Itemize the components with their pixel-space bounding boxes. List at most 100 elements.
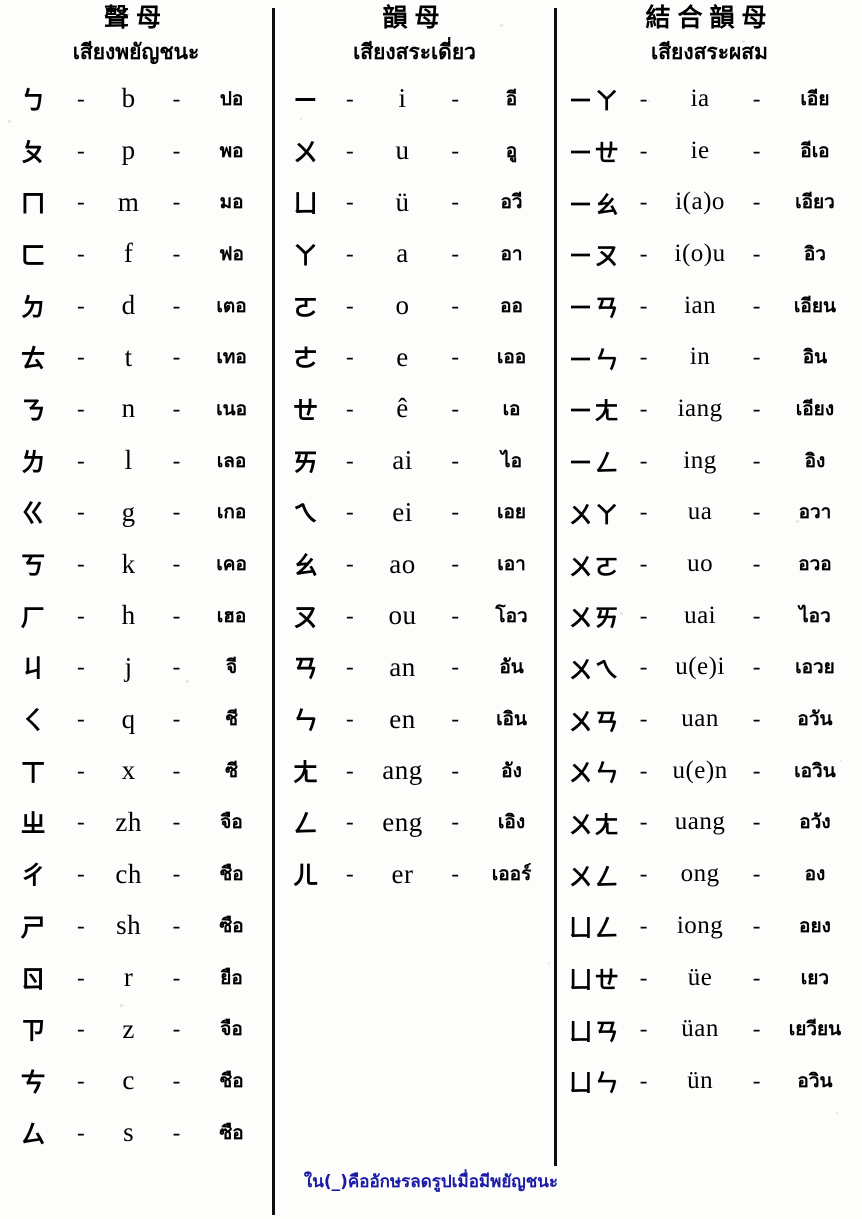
pinyin-romanization: d [121,290,136,321]
column-compound-heading-thai: เสียงสระผสม [651,40,768,64]
separator-dash: - [639,551,648,577]
zhuyin-symbol: ㄦ [292,861,318,891]
zhuyin-symbol: ㄣ [292,706,318,736]
thai-transcription: อี [505,87,518,110]
pinyin-romanization: u(e)i [675,653,725,681]
thai-transcription: อา [500,242,523,265]
pinyin-romanization: ei [392,496,413,527]
separator-dash: - [345,706,354,732]
separator-dash: - [345,499,354,525]
thai-transcription: อิน [802,346,828,369]
separator-dash: - [77,551,85,577]
table-row: ㄠ - ao - เอา [275,538,554,590]
separator-dash: - [345,85,354,111]
separator-dash: - [172,292,181,318]
paper-speckle [120,1004,123,1007]
thai-transcription: ยือ [220,966,243,989]
thai-transcription: อัง [501,759,522,782]
paper-speckle [92,322,93,323]
separator-dash: - [77,189,85,215]
separator-dash: - [77,861,85,887]
thai-transcription: อวิน [797,1069,833,1092]
zhuyin-symbol: ㄜ [292,344,318,374]
table-row: ㄩㄝ - üe - เยว [557,952,862,1004]
pinyin-romanization: ü [395,186,410,217]
thai-transcription: อวา [798,501,832,524]
table-row: ㄧㄠ - i(a)o - เอียว [557,176,862,228]
pinyin-romanization: s [123,1117,135,1148]
separator-dash: - [77,1016,85,1042]
thai-transcription: อิว [803,242,826,265]
zhuyin-symbol: ㄑ [20,706,46,736]
thai-transcription: ชี [225,708,238,731]
zhuyin-symbol: ㄟ [292,499,318,529]
thai-transcription: ซือ [219,1121,244,1144]
pinyin-romanization: ie [690,136,710,164]
thai-transcription: อัน [499,656,524,679]
table-row: ㄨㄤ - uang - อวัง [557,797,862,849]
thai-transcription: อวี [500,191,523,214]
pinyin-romanization: üe [687,963,713,991]
pinyin-romanization: p [121,135,136,166]
zhuyin-symbol: ㄤ [292,757,318,787]
thai-transcription: เอิง [497,811,526,834]
paper-speckle [70,56,71,57]
zhuyin-symbol: ㄌ [20,447,46,477]
zhuyin-symbol: ㄩ [292,189,318,219]
separator-dash: - [451,809,459,835]
separator-dash: - [77,447,85,473]
pinyin-romanization: k [121,548,136,579]
pinyin-romanization: q [121,703,136,734]
pinyin-romanization: h [121,600,136,631]
zhuyin-symbol: ㄒ [20,757,46,787]
separator-dash: - [451,344,459,370]
paper-speckle [300,118,302,120]
pinyin-romanization: ang [382,755,423,786]
pinyin-romanization: j [124,651,133,682]
separator-dash: - [451,551,459,577]
column-finals: 韻母 เสียงสระเดี่ยว ㄧ - i - อี ㄨ - u - อู ㄩ - ü - อวี ㄚ - a… [275,0,554,900]
separator-dash: - [639,706,648,732]
thai-transcription: เยวียน [788,1018,842,1041]
separator-dash: - [172,551,181,577]
table-row: ㄍ - g - เกอ [0,487,272,539]
table-row: ㄛ - o - ออ [275,280,554,332]
table-row: ㄌ - l - เลอ [0,435,272,487]
zhuyin-symbol: ㄧㄝ [568,139,621,168]
separator-dash: - [345,861,354,887]
separator-dash: - [345,189,354,215]
separator-dash: - [172,240,181,266]
separator-dash: - [639,1016,648,1042]
separator-dash: - [172,964,181,990]
separator-dash: - [639,757,648,783]
zhuyin-symbol: ㄇ [20,189,46,219]
paper-speckle [840,760,842,762]
table-row: ㄦ - er - เออร์ [275,848,554,900]
separator-dash: - [451,654,459,680]
table-row: ㄢ - an - อัน [275,642,554,694]
thai-transcription: ฟอ [219,242,244,265]
separator-dash: - [639,912,648,938]
zhuyin-symbol: ㄢ [292,654,318,684]
zhuyin-symbol: ㄅ [20,85,46,115]
table-row: ㄩㄢ - üan - เยวียน [557,1003,862,1055]
pinyin-romanization: ê [396,393,409,424]
zhuyin-symbol: ㄨㄛ [568,552,621,581]
separator-dash: - [172,344,181,370]
separator-dash: - [752,706,761,732]
table-row: ㄧㄡ - i(o)u - อิว [557,228,862,280]
column-finals-heading-thai: เสียงสระเดี่ยว [353,40,476,64]
zhuyin-symbol: ㄧㄣ [568,345,621,374]
zhuyin-symbol: ㄧ [292,85,318,115]
separator-dash: - [451,85,459,111]
separator-dash: - [345,551,354,577]
separator-dash: - [77,137,85,163]
pinyin-romanization: zh [115,806,142,837]
paper-speckle [430,290,431,291]
separator-dash: - [451,447,459,473]
zhuyin-symbol: ㄎ [20,551,46,581]
separator-dash: - [451,292,459,318]
table-row: ㄘ - c - ชือ [0,1055,272,1107]
pinyin-romanization: e [396,341,409,372]
separator-dash: - [752,912,761,938]
